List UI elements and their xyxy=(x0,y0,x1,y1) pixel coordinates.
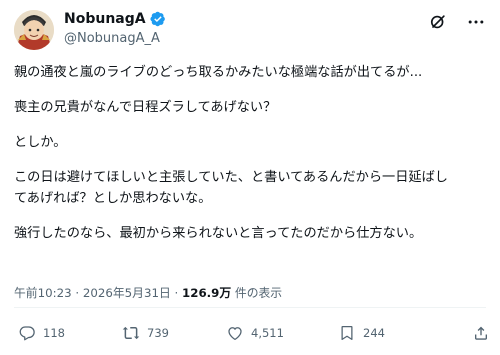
post-date[interactable]: 2026年5月31日 xyxy=(83,286,171,300)
meta-separator: · xyxy=(75,286,80,300)
like-count: 4,511 xyxy=(251,326,284,340)
share-icon xyxy=(475,326,487,340)
top-actions xyxy=(428,12,486,32)
post-paragraph: 喪主の兄貴がなんで日程ズラしてあげない？ xyxy=(14,100,277,115)
share-button[interactable] xyxy=(472,324,490,342)
avatar-illustration xyxy=(14,10,54,50)
like-icon xyxy=(228,327,242,341)
bookmark-count: 244 xyxy=(363,326,385,340)
author-name[interactable]: NobunagA xyxy=(64,11,146,27)
divider xyxy=(14,307,486,308)
like-button[interactable]: 4,511 xyxy=(226,324,284,342)
reply-button[interactable]: 118 xyxy=(18,324,65,342)
more-icon[interactable] xyxy=(466,12,486,32)
post-paragraph: この日は避けてほしいと主張していた、と書いてあるんだから一日延ばし てあげれば？… xyxy=(14,170,448,206)
view-count: 126.9万 xyxy=(182,286,232,300)
author-name-row: NobunagA xyxy=(64,11,166,27)
avatar[interactable] xyxy=(14,10,54,50)
grok-icon[interactable] xyxy=(428,12,448,32)
view-count-label: 件の表示 xyxy=(234,286,283,300)
author-handle[interactable]: @NobunagA_A xyxy=(64,31,160,46)
meta-separator: · xyxy=(174,286,179,300)
post-time[interactable]: 午前10:23 xyxy=(14,286,72,300)
reply-count: 118 xyxy=(43,326,65,340)
post-paragraph: 親の通夜と嵐のライブのどっち取るかみたいな極端な話が出てるが... xyxy=(14,65,423,80)
repost-count: 739 xyxy=(147,326,169,340)
action-bar: 118 739 4,511 244 xyxy=(14,324,487,344)
reply-icon xyxy=(19,326,35,341)
verified-badge-icon xyxy=(150,11,165,27)
post-paragraph: 強行したのなら、最初から来られないと言ってたのだから仕方ない。 xyxy=(14,226,423,241)
bookmark-icon xyxy=(341,325,353,341)
repost-button[interactable]: 739 xyxy=(122,324,169,342)
post-paragraph: としか。 xyxy=(14,135,67,150)
repost-icon xyxy=(122,326,140,340)
post-text: 親の通夜と嵐のライブのどっち取るかみたいな極端な話が出てるが... 喪主の兄貴が… xyxy=(14,62,488,258)
bookmark-button[interactable]: 244 xyxy=(338,324,385,342)
post-meta: 午前10:23 · 2026年5月31日 · 126.9万 件の表示 xyxy=(14,284,282,301)
